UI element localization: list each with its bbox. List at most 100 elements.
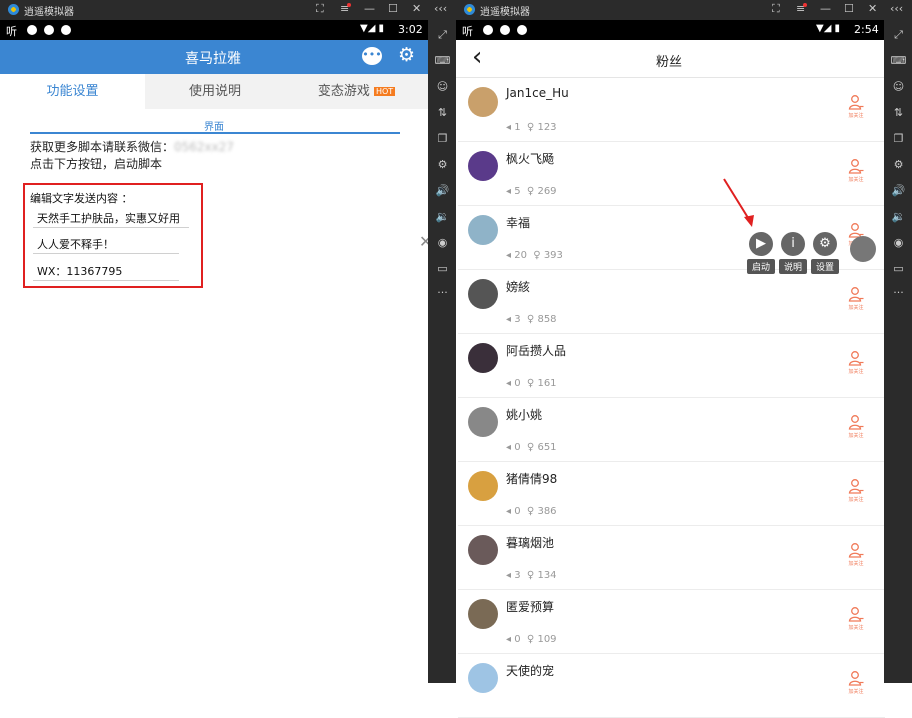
fan-row[interactable]: 嫎絯 ◂ 3 ♀ 858 加关注	[458, 270, 885, 334]
fullscreen-icon[interactable]: ⤢	[884, 28, 912, 42]
robot-icon[interactable]: ☺	[428, 80, 457, 93]
avatar[interactable]	[468, 535, 498, 565]
left-collapse-sidebar-button[interactable]: ‹‹‹	[434, 2, 447, 15]
fans-count: 858	[537, 314, 557, 325]
edit-content-label: 编辑文字发送内容 ：	[30, 192, 133, 205]
fan-name[interactable]: 嫎絯	[506, 278, 530, 295]
fans-icon: ♀	[520, 122, 538, 133]
volume-down-icon[interactable]: 🔉	[428, 210, 457, 223]
fans-count: 269	[537, 186, 557, 197]
fan-row[interactable]: 姚小姚 ◂ 0 ♀ 651 加关注	[458, 398, 885, 462]
avatar[interactable]	[468, 407, 498, 437]
follow-label: 加关注	[848, 561, 864, 567]
tab-games[interactable]: 变态游戏 HOT	[285, 74, 428, 109]
avatar[interactable]	[468, 599, 498, 629]
fan-row[interactable]: 枫火飞飏 ◂ 5 ♀ 269 加关注	[458, 142, 885, 206]
left-close-button[interactable]: ✕	[412, 2, 421, 15]
more-icon[interactable]: ···	[884, 286, 912, 299]
avatar[interactable]	[468, 663, 498, 693]
keyboard-icon[interactable]: ⌨	[428, 54, 457, 67]
follow-button[interactable]: 加关注	[845, 606, 867, 631]
fan-row[interactable]: 天使的宠 加关注	[458, 654, 885, 718]
avatar[interactable]	[468, 151, 498, 181]
multi-window-icon[interactable]: ❐	[884, 132, 912, 145]
multi-window-icon[interactable]: ❐	[428, 132, 457, 145]
play-icon[interactable]: ▶	[749, 232, 773, 256]
right-maximize-button[interactable]: ☐	[844, 2, 854, 15]
fan-name[interactable]: 暮璃烟池	[506, 534, 554, 551]
fullscreen-icon[interactable]: ⤢	[428, 28, 457, 42]
tab-bar: 功能设置 使用说明 变态游戏 HOT	[0, 74, 428, 109]
settings-gear-icon[interactable]: ⚙	[398, 44, 415, 66]
right-close-button[interactable]: ✕	[868, 2, 877, 15]
text-input-1[interactable]: 天然手工护肤品，实惠又好用	[33, 209, 189, 228]
fan-row[interactable]: 猪倩倩98 ◂ 0 ♀ 386 加关注	[458, 462, 885, 526]
fan-name[interactable]: 猪倩倩98	[506, 470, 557, 487]
tab-instructions[interactable]: 使用说明	[145, 74, 285, 109]
left-fullscreen-button[interactable]: ⛶	[316, 2, 324, 16]
avatar[interactable]	[468, 343, 498, 373]
right-minimize-button[interactable]: —	[820, 2, 831, 15]
follow-button[interactable]: 加关注	[845, 350, 867, 375]
tab-function-settings[interactable]: 功能设置	[0, 74, 145, 109]
info-icon[interactable]: i	[781, 232, 805, 256]
fans-count: 161	[537, 378, 557, 389]
fans-icon: ♀	[520, 570, 538, 581]
follow-button[interactable]: 加关注	[845, 158, 867, 183]
left-maximize-button[interactable]: ☐	[388, 2, 398, 15]
sync-icon[interactable]: ⇅	[428, 106, 457, 119]
sync-icon[interactable]: ⇅	[884, 106, 912, 119]
follow-button[interactable]: 加关注	[845, 286, 867, 311]
text-input-2[interactable]: 人人爱不释手！	[33, 235, 179, 254]
back-icon[interactable]: ‹	[472, 42, 482, 72]
location-icon[interactable]: ◉	[428, 236, 457, 249]
left-minimize-button[interactable]: —	[364, 2, 375, 15]
right-fullscreen-button[interactable]: ⛶	[772, 2, 780, 16]
keyboard-icon[interactable]: ⌨	[884, 54, 912, 67]
tab-games-label: 变态游戏	[317, 84, 370, 99]
follow-button[interactable]: 加关注	[845, 478, 867, 503]
avatar[interactable]	[468, 215, 498, 245]
folder-icon[interactable]: ▭	[428, 262, 457, 275]
volume-down-icon[interactable]: 🔉	[884, 210, 912, 223]
pointer-arrow-icon	[723, 178, 754, 227]
left-menu-notify-dot	[347, 3, 351, 7]
settings-icon[interactable]: ⚙	[884, 158, 912, 171]
text-input-3[interactable]: WX：11367795	[33, 262, 179, 281]
left-signal-icon: ▼◢ ▮	[360, 23, 385, 34]
fan-name[interactable]: 阿岳攒人品	[506, 342, 566, 359]
follow-button[interactable]: 加关注	[845, 542, 867, 567]
volume-up-icon[interactable]: 🔊	[428, 184, 457, 197]
gear-icon[interactable]: ⚙	[813, 232, 837, 256]
fan-row[interactable]: 匿爱预算 ◂ 0 ♀ 109 加关注	[458, 590, 885, 654]
emulator-logo-icon	[8, 4, 19, 15]
avatar[interactable]	[468, 279, 498, 309]
floating-mascot-icon[interactable]	[850, 236, 876, 262]
avatar[interactable]	[468, 87, 498, 117]
fan-row[interactable]: 阿岳攒人品 ◂ 0 ♀ 161 加关注	[458, 334, 885, 398]
works-count: 20	[514, 250, 527, 261]
fan-row[interactable]: 暮璃烟池 ◂ 3 ♀ 134 加关注	[458, 526, 885, 590]
follow-button[interactable]: 加关注	[845, 414, 867, 439]
chat-icon[interactable]: •••	[362, 47, 382, 65]
settings-icon[interactable]: ⚙	[428, 158, 457, 171]
left-emulator: 逍遥模拟器 ⛶ ≡ — ☐ ✕ ‹‹‹ 听 ▼◢ ▮ 3:02 喜马拉雅 •••…	[0, 0, 456, 683]
right-menu-notify-dot	[803, 3, 807, 7]
fans-icon: ♀	[520, 314, 538, 325]
folder-icon[interactable]: ▭	[884, 262, 912, 275]
fan-name[interactable]: 幸福	[506, 214, 530, 231]
location-icon[interactable]: ◉	[884, 236, 912, 249]
fan-row[interactable]: Jan1ce_Hu ◂ 1 ♀ 123 加关注	[458, 78, 885, 142]
more-icon[interactable]: ···	[428, 286, 457, 299]
left-status-text: 听	[6, 25, 17, 38]
avatar[interactable]	[468, 471, 498, 501]
fan-name[interactable]: 匿爱预算	[506, 598, 554, 615]
right-collapse-sidebar-button[interactable]: ‹‹‹	[890, 2, 903, 15]
fan-name[interactable]: 姚小姚	[506, 406, 542, 423]
fan-name[interactable]: 枫火飞飏	[506, 150, 554, 167]
follow-button[interactable]: 加关注	[845, 94, 867, 119]
robot-icon[interactable]: ☺	[884, 80, 912, 93]
fan-name[interactable]: 天使的宠	[506, 662, 554, 679]
fan-name[interactable]: Jan1ce_Hu	[506, 86, 569, 100]
volume-up-icon[interactable]: 🔊	[884, 184, 912, 197]
